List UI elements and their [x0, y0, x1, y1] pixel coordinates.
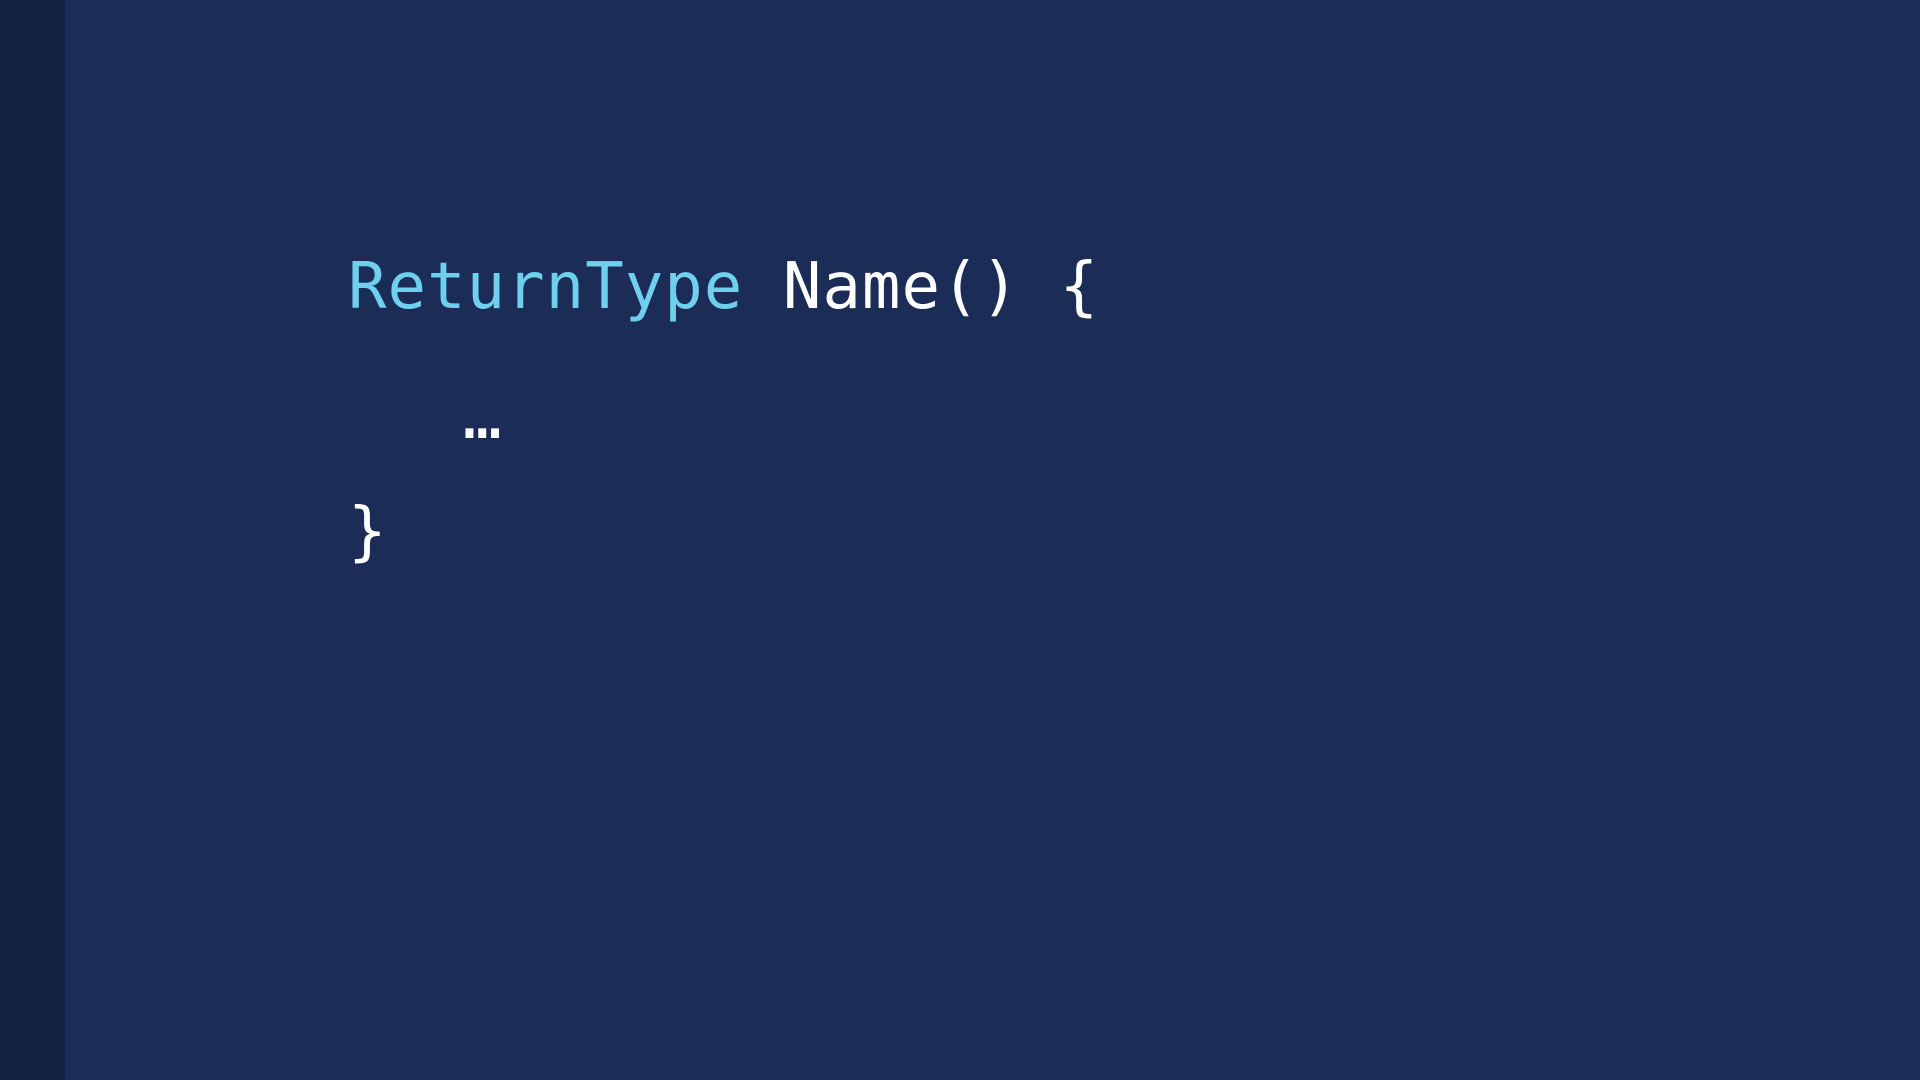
ellipsis-token: …: [463, 380, 503, 454]
code-line-signature: ReturnType Name() {: [348, 255, 1099, 319]
open-brace-token: {: [1059, 250, 1100, 324]
close-brace-token: }: [348, 495, 388, 569]
code-line-body: …: [463, 385, 503, 449]
method-name-token: Name(): [782, 250, 1021, 324]
code-snippet: ReturnType Name() { … }: [348, 255, 1098, 703]
code-line-closing: }: [348, 500, 388, 564]
code-slide: ReturnType Name() { … }: [0, 0, 1920, 1080]
left-gutter-bar: [0, 0, 65, 1080]
return-type-token: ReturnType: [348, 250, 744, 324]
